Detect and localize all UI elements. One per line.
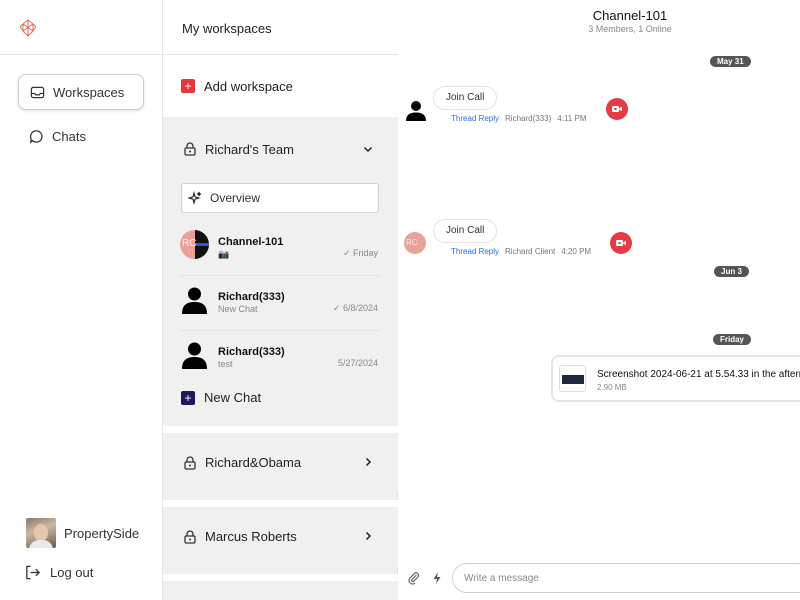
avatar-stripe (195, 243, 209, 246)
nav-item-label: Chats (52, 128, 86, 144)
message-time: 4:20 PM (561, 247, 592, 256)
avatar-face (34, 524, 48, 541)
lightning-icon[interactable] (430, 571, 444, 585)
profile-name: PropertySide (64, 525, 140, 541)
sparkle-icon (188, 191, 202, 205)
profile[interactable]: PropertySide (26, 518, 139, 548)
chat-name: Richard(333) (218, 346, 285, 358)
chat-area: Channel-101 3 Members, 1 Online May 31 J… (398, 0, 800, 600)
file-size: 2.90 MB (597, 383, 627, 392)
plus-icon: + (181, 390, 195, 405)
chat-bubble-icon (29, 129, 43, 144)
nav-divider (0, 54, 163, 55)
inbox-icon (30, 86, 45, 98)
chat-date: ✓ 6/8/2024 (332, 303, 378, 313)
chevron-right-icon (365, 531, 372, 541)
lock-icon (184, 455, 196, 470)
video-call-button[interactable] (606, 98, 628, 120)
workspace-name: Richard&Obama (205, 455, 302, 470)
lock-icon (184, 529, 196, 544)
file-attachment[interactable]: Screenshot 2024-06-21 at 5.54.33 in the … (551, 355, 800, 402)
workspace-header[interactable]: Marcus Roberts (163, 507, 398, 566)
chat-subtitle: 3 Members, 1 Online (588, 24, 672, 34)
workspace-richard-obama: Richard&Obama (163, 426, 398, 492)
avatar: RC (404, 232, 426, 254)
nav-item-chats[interactable]: Chats (18, 118, 144, 154)
chat-header: Channel-101 3 Members, 1 Online (398, 8, 800, 34)
new-chat-label: New Chat (204, 390, 262, 405)
file-name: Screenshot 2024-06-21 at 5.54.33 in the … (597, 369, 800, 380)
message-author: Richard(333) (505, 114, 552, 123)
join-call-button[interactable]: Join Call (433, 86, 498, 110)
file-thumbnail (559, 365, 586, 392)
add-workspace-button[interactable]: + Add workspace (163, 55, 398, 117)
lock-icon (184, 142, 196, 156)
workspace-more (163, 574, 398, 600)
workspace-name: Marcus Roberts (205, 529, 297, 544)
list-item[interactable]: Richard(333) test 5/27/2024 (180, 331, 380, 386)
logout-icon (26, 565, 41, 580)
logout-label: Log out (50, 565, 94, 580)
chat-date: 5/27/2024 (337, 358, 378, 368)
chat-date: ✓ Friday (342, 248, 378, 258)
date-divider: May 31 (710, 56, 751, 67)
video-camera-icon (612, 106, 622, 112)
overview-button[interactable]: Overview (181, 183, 379, 213)
chat-preview: New Chat (218, 304, 258, 314)
message-author: Richard Client (505, 247, 556, 256)
workspace-marcus-roberts: Marcus Roberts (163, 500, 398, 566)
workspace-header[interactable]: Richard&Obama (163, 433, 398, 492)
message-input[interactable] (452, 563, 800, 593)
plus-icon: + (181, 79, 195, 93)
date-divider: Friday (713, 334, 752, 345)
date-divider: Jun 3 (714, 266, 749, 277)
workspace-richards-team: Richard's Team Overview RC Channel-101 📷… (163, 117, 398, 426)
add-workspace-label: Add workspace (204, 78, 293, 94)
avatar-initials: RC (406, 238, 418, 247)
chat-title: Channel-101 (592, 8, 668, 23)
join-call-button[interactable]: Join Call (433, 219, 498, 243)
user-silhouette-icon (406, 101, 426, 121)
chat-name: Channel-101 (218, 236, 284, 248)
chat-preview: test (218, 359, 233, 369)
chevron-down-icon (363, 146, 373, 153)
video-call-button[interactable] (610, 232, 632, 254)
chevron-right-icon (365, 457, 372, 467)
nav-item-workspaces[interactable]: Workspaces (18, 74, 144, 110)
overview-label: Overview (210, 191, 261, 205)
panel-title: My workspaces (163, 0, 398, 55)
message-meta: Thread Reply Richard Client 4:20 PM (451, 247, 591, 256)
chat-preview: 📷 (218, 249, 230, 259)
workspaces-panel: My workspaces + Add workspace Richard's … (163, 0, 398, 600)
list-item[interactable]: Richard(333) New Chat ✓ 6/8/2024 (180, 276, 380, 331)
thumbnail-image (562, 375, 584, 384)
avatar-shirt (29, 540, 53, 548)
paperclip-icon[interactable] (407, 571, 421, 585)
workspace-header[interactable]: Richard's Team (163, 117, 398, 181)
user-silhouette-icon (182, 287, 207, 314)
logout-button[interactable]: Log out (24, 564, 93, 581)
thread-reply-link[interactable]: Thread Reply (451, 247, 499, 256)
app-logo-icon[interactable] (18, 18, 38, 38)
user-silhouette-icon (182, 342, 207, 369)
chat-list: RC Channel-101 📷 ✓ Friday Richard(333) N… (180, 221, 380, 386)
video-camera-icon (616, 240, 626, 246)
new-chat-button[interactable]: + New Chat (181, 390, 261, 405)
workspace-name: Richard's Team (205, 141, 294, 157)
chat-name: Richard(333) (218, 291, 285, 303)
message-meta: Thread Reply Richard(333) 4:11 PM (451, 114, 586, 123)
nav-item-label: Workspaces (53, 84, 125, 100)
avatar (26, 518, 56, 548)
avatar: RC (180, 230, 209, 259)
message-time: 4:11 PM (557, 114, 587, 123)
left-nav: Workspaces Chats PropertySide Log out (0, 0, 163, 600)
list-item[interactable]: RC Channel-101 📷 ✓ Friday (180, 221, 380, 276)
thread-reply-link[interactable]: Thread Reply (451, 114, 499, 123)
avatar-initials: RC (182, 238, 197, 249)
